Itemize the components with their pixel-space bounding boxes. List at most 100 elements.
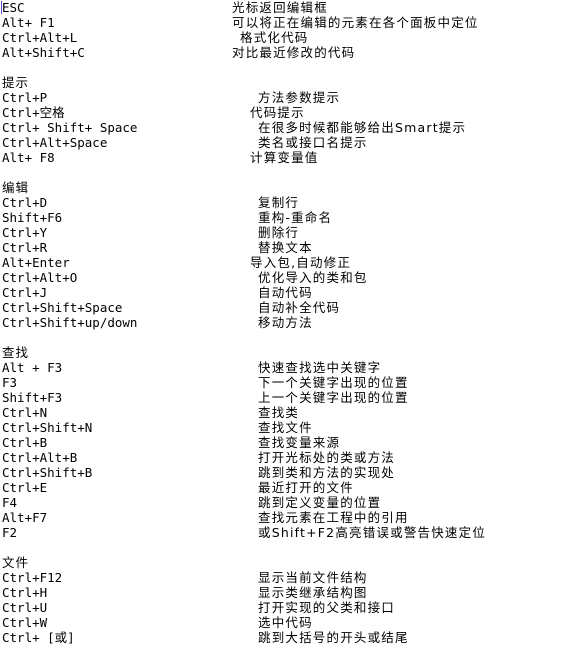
shortcut-key: Ctrl+Y [2,225,48,240]
shortcut-key: Ctrl+空格 [2,105,65,120]
shortcut-key: Alt+ F1 [2,15,55,30]
shortcut-description: 选中代码 [258,615,313,630]
shortcut-key: Ctrl+J [2,285,48,300]
shortcut-row: Shift+F3 上一个关键字出现的位置 [0,390,569,405]
shortcut-key: Ctrl+P [2,90,48,105]
shortcut-key: Ctrl+E [2,480,48,495]
shortcut-row: Ctrl+H 显示类继承结构图 [0,585,569,600]
shortcut-row: Alt+ F1 可以将正在编辑的元素在各个面板中定位 [0,15,569,30]
shortcut-key: Ctrl+U [2,600,48,615]
shortcut-description: 计算变量值 [250,150,319,165]
shortcut-key: Ctrl+ Shift+ Space [2,120,138,135]
shortcut-row: Alt+F7 查找元素在工程中的引用 [0,510,569,525]
shortcut-key: Ctrl+B [2,435,48,450]
shortcut-key: Ctrl+Shift+up/down [2,315,138,330]
shortcut-description: 查找类 [258,405,300,420]
shortcut-row: Ctrl+ [或] 跳到大括号的开头或结尾 [0,630,569,645]
shortcut-row: Ctrl+ Shift+ Space 在很多时候都能够给出Smart提示 [0,120,569,135]
shortcut-row: Shift+F6 重构-重命名 [0,210,569,225]
shortcut-row: Ctrl+D 复制行 [0,195,569,210]
shortcut-row: Ctrl+P 方法参数提示 [0,90,569,105]
shortcut-description: 自动代码 [258,285,313,300]
shortcut-key: Alt+Shift+C [2,45,85,60]
section-heading-files: 文件 [0,555,569,570]
shortcut-description: 查找变量来源 [258,435,341,450]
shortcut-key: Ctrl+Alt+O [2,270,78,285]
shortcut-key: F3 [2,375,18,390]
shortcut-description: 跳到定义变量的位置 [258,495,382,510]
shortcut-description: 或Shift+F2高亮错误或警告快速定位 [258,525,487,540]
shortcut-description: 代码提示 [250,105,305,120]
shortcut-row: Alt + F3 快速查找选中关键字 [0,360,569,375]
shortcut-row: Ctrl+F12 显示当前文件结构 [0,570,569,585]
shortcut-description: 复制行 [258,195,300,210]
shortcut-row: Alt+ F8 计算变量值 [0,150,569,165]
shortcut-document: ESC 光标返回编辑框 Alt+ F1 可以将正在编辑的元素在各个面板中定位 C… [0,0,569,656]
shortcut-key: Ctrl+Alt+B [2,450,78,465]
shortcut-row: Ctrl+Alt+L 格式化代码 [0,30,569,45]
shortcut-key: Alt + F3 [2,360,63,375]
shortcut-key: Alt+F7 [2,510,48,525]
shortcut-row: Ctrl+Shift+N 查找文件 [0,420,569,435]
shortcut-description: 打开光标处的类或方法 [258,450,396,465]
shortcut-key: Ctrl+W [2,615,48,630]
shortcut-row: Ctrl+R 替换文本 [0,240,569,255]
shortcut-key: ESC [2,0,25,15]
section-title: 查找 [2,345,30,360]
shortcut-description: 查找文件 [258,420,313,435]
shortcut-description: 可以将正在编辑的元素在各个面板中定位 [232,15,479,30]
section-heading-editing: 编辑 [0,180,569,195]
shortcut-description: 最近打开的文件 [258,480,354,495]
shortcut-description: 跳到大括号的开头或结尾 [258,630,409,645]
shortcut-row: Ctrl+J 自动代码 [0,285,569,300]
shortcut-row: F2 或Shift+F2高亮错误或警告快速定位 [0,525,569,540]
section-title: 编辑 [2,180,30,195]
shortcut-row: Ctrl+B 查找变量来源 [0,435,569,450]
section-heading-search: 查找 [0,345,569,360]
shortcut-description: 对比最近修改的代码 [232,45,356,60]
shortcut-key: Ctrl+D [2,195,48,210]
shortcut-key: F2 [2,525,18,540]
shortcut-description: 在很多时候都能够给出Smart提示 [258,120,467,135]
shortcut-description: 下一个关键字出现的位置 [258,375,409,390]
shortcut-row: Ctrl+W 选中代码 [0,615,569,630]
shortcut-description: 重构-重命名 [258,210,333,225]
shortcut-description: 格式化代码 [240,30,309,45]
shortcut-key: Shift+F3 [2,390,63,405]
shortcut-description: 显示类继承结构图 [258,585,368,600]
shortcut-description: 快速查找选中关键字 [258,360,382,375]
section-heading-hints: 提示 [0,75,569,90]
shortcut-description: 打开实现的父类和接口 [258,600,396,615]
shortcut-key: Ctrl+Alt+Space [2,135,108,150]
shortcut-key: Ctrl+F12 [2,570,63,585]
shortcut-key: Ctrl+R [2,240,48,255]
shortcut-description: 查找元素在工程中的引用 [258,510,409,525]
shortcut-description: 显示当前文件结构 [258,570,368,585]
shortcut-row: Ctrl+Y 删除行 [0,225,569,240]
shortcut-row: Ctrl+空格 代码提示 [0,105,569,120]
shortcut-row: ESC 光标返回编辑框 [0,0,569,15]
shortcut-description: 自动补全代码 [258,300,341,315]
shortcut-row: Ctrl+Shift+Space 自动补全代码 [0,300,569,315]
shortcut-key: Ctrl+ [或] [2,630,75,645]
shortcut-row: Alt+Enter 导入包,自动修正 [0,255,569,270]
shortcut-row: F4 跳到定义变量的位置 [0,495,569,510]
shortcut-key: Shift+F6 [2,210,63,225]
shortcut-row: Alt+Shift+C 对比最近修改的代码 [0,45,569,60]
shortcut-description: 替换文本 [258,240,313,255]
shortcut-row: Ctrl+Shift+B 跳到类和方法的实现处 [0,465,569,480]
shortcut-key: Alt+ F8 [2,150,55,165]
shortcut-description: 方法参数提示 [258,90,341,105]
section-title: 文件 [2,555,30,570]
shortcut-row: F3 下一个关键字出现的位置 [0,375,569,390]
shortcut-row: Ctrl+E 最近打开的文件 [0,480,569,495]
shortcut-row: Ctrl+Alt+O 优化导入的类和包 [0,270,569,285]
shortcut-description: 上一个关键字出现的位置 [258,390,409,405]
section-title: 提示 [2,75,30,90]
shortcut-description: 光标返回编辑框 [232,0,328,15]
shortcut-key: Ctrl+Shift+N [2,420,93,435]
